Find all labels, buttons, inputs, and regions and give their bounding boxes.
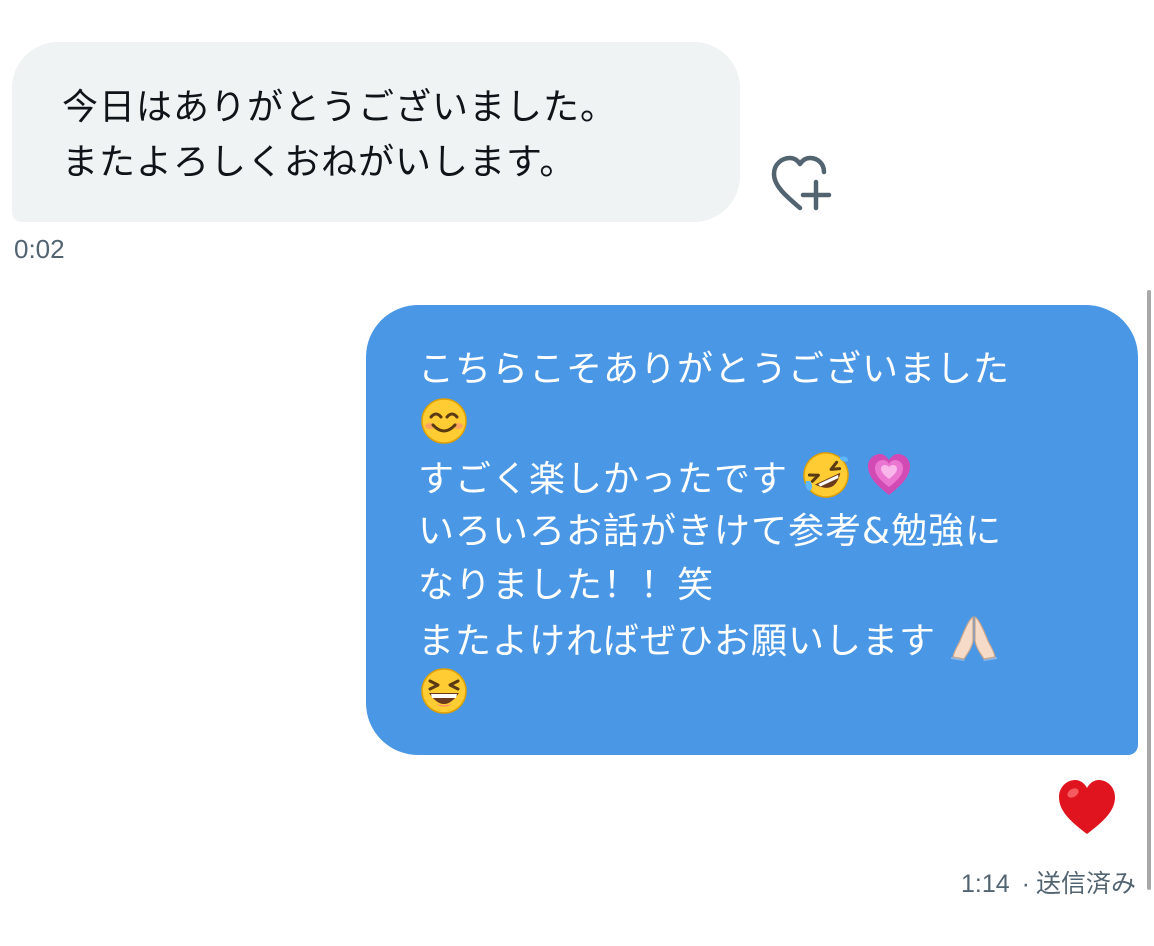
- outgoing-message-line: [418, 397, 1138, 451]
- outgoing-message-line: いろいろお話がきけて参考&勉強に: [418, 505, 1138, 559]
- incoming-message-bubble[interactable]: 今日はありがとうございました。 またよろしくおねがいします。: [12, 42, 740, 222]
- outgoing-message-line: すごく楽しかったです: [418, 451, 1138, 505]
- outgoing-message-line: こちらこそありがとうございました: [418, 343, 1138, 397]
- outgoing-message-line: [418, 667, 1138, 721]
- growing-heart-icon: [867, 454, 910, 495]
- rofl-face-icon: [803, 452, 850, 498]
- outgoing-line-text: なりました！！笑: [418, 565, 715, 606]
- incoming-timestamp: 0:02: [14, 234, 65, 264]
- outgoing-line-text: またよければぜひお願いします: [418, 621, 937, 662]
- incoming-message-line: 今日はありがとうございました。: [62, 87, 618, 128]
- status-separator: ·: [1021, 870, 1030, 898]
- outgoing-meta: 1:14 · 送信済み: [961, 864, 1136, 900]
- outgoing-line-text: いろいろお話がきけて参考&勉強に: [418, 511, 1003, 552]
- incoming-message-line: またよろしくおねがいします。: [62, 142, 577, 183]
- red-heart-icon[interactable]: [1056, 778, 1118, 836]
- scrollbar[interactable]: [1147, 290, 1151, 890]
- sent-status: 送信済み: [1035, 870, 1136, 898]
- grinning-squinting-face-icon: [421, 668, 467, 714]
- outgoing-message-line: なりました！！笑: [418, 559, 1138, 613]
- outgoing-line-text: こちらこそありがとうございました: [418, 349, 1011, 390]
- outgoing-message-line: またよければぜひお願いします: [418, 613, 1138, 667]
- heart-plus-icon[interactable]: [766, 152, 834, 216]
- folded-hands-icon: [951, 616, 998, 661]
- smiling-face-icon: [421, 398, 467, 444]
- outgoing-line-text: すごく楽しかったです: [418, 459, 789, 500]
- outgoing-timestamp: 1:14: [960, 870, 1010, 898]
- outgoing-message-bubble[interactable]: こちらこそありがとうございました すごく楽しかったです いろいろお話がきけて参考…: [366, 305, 1138, 755]
